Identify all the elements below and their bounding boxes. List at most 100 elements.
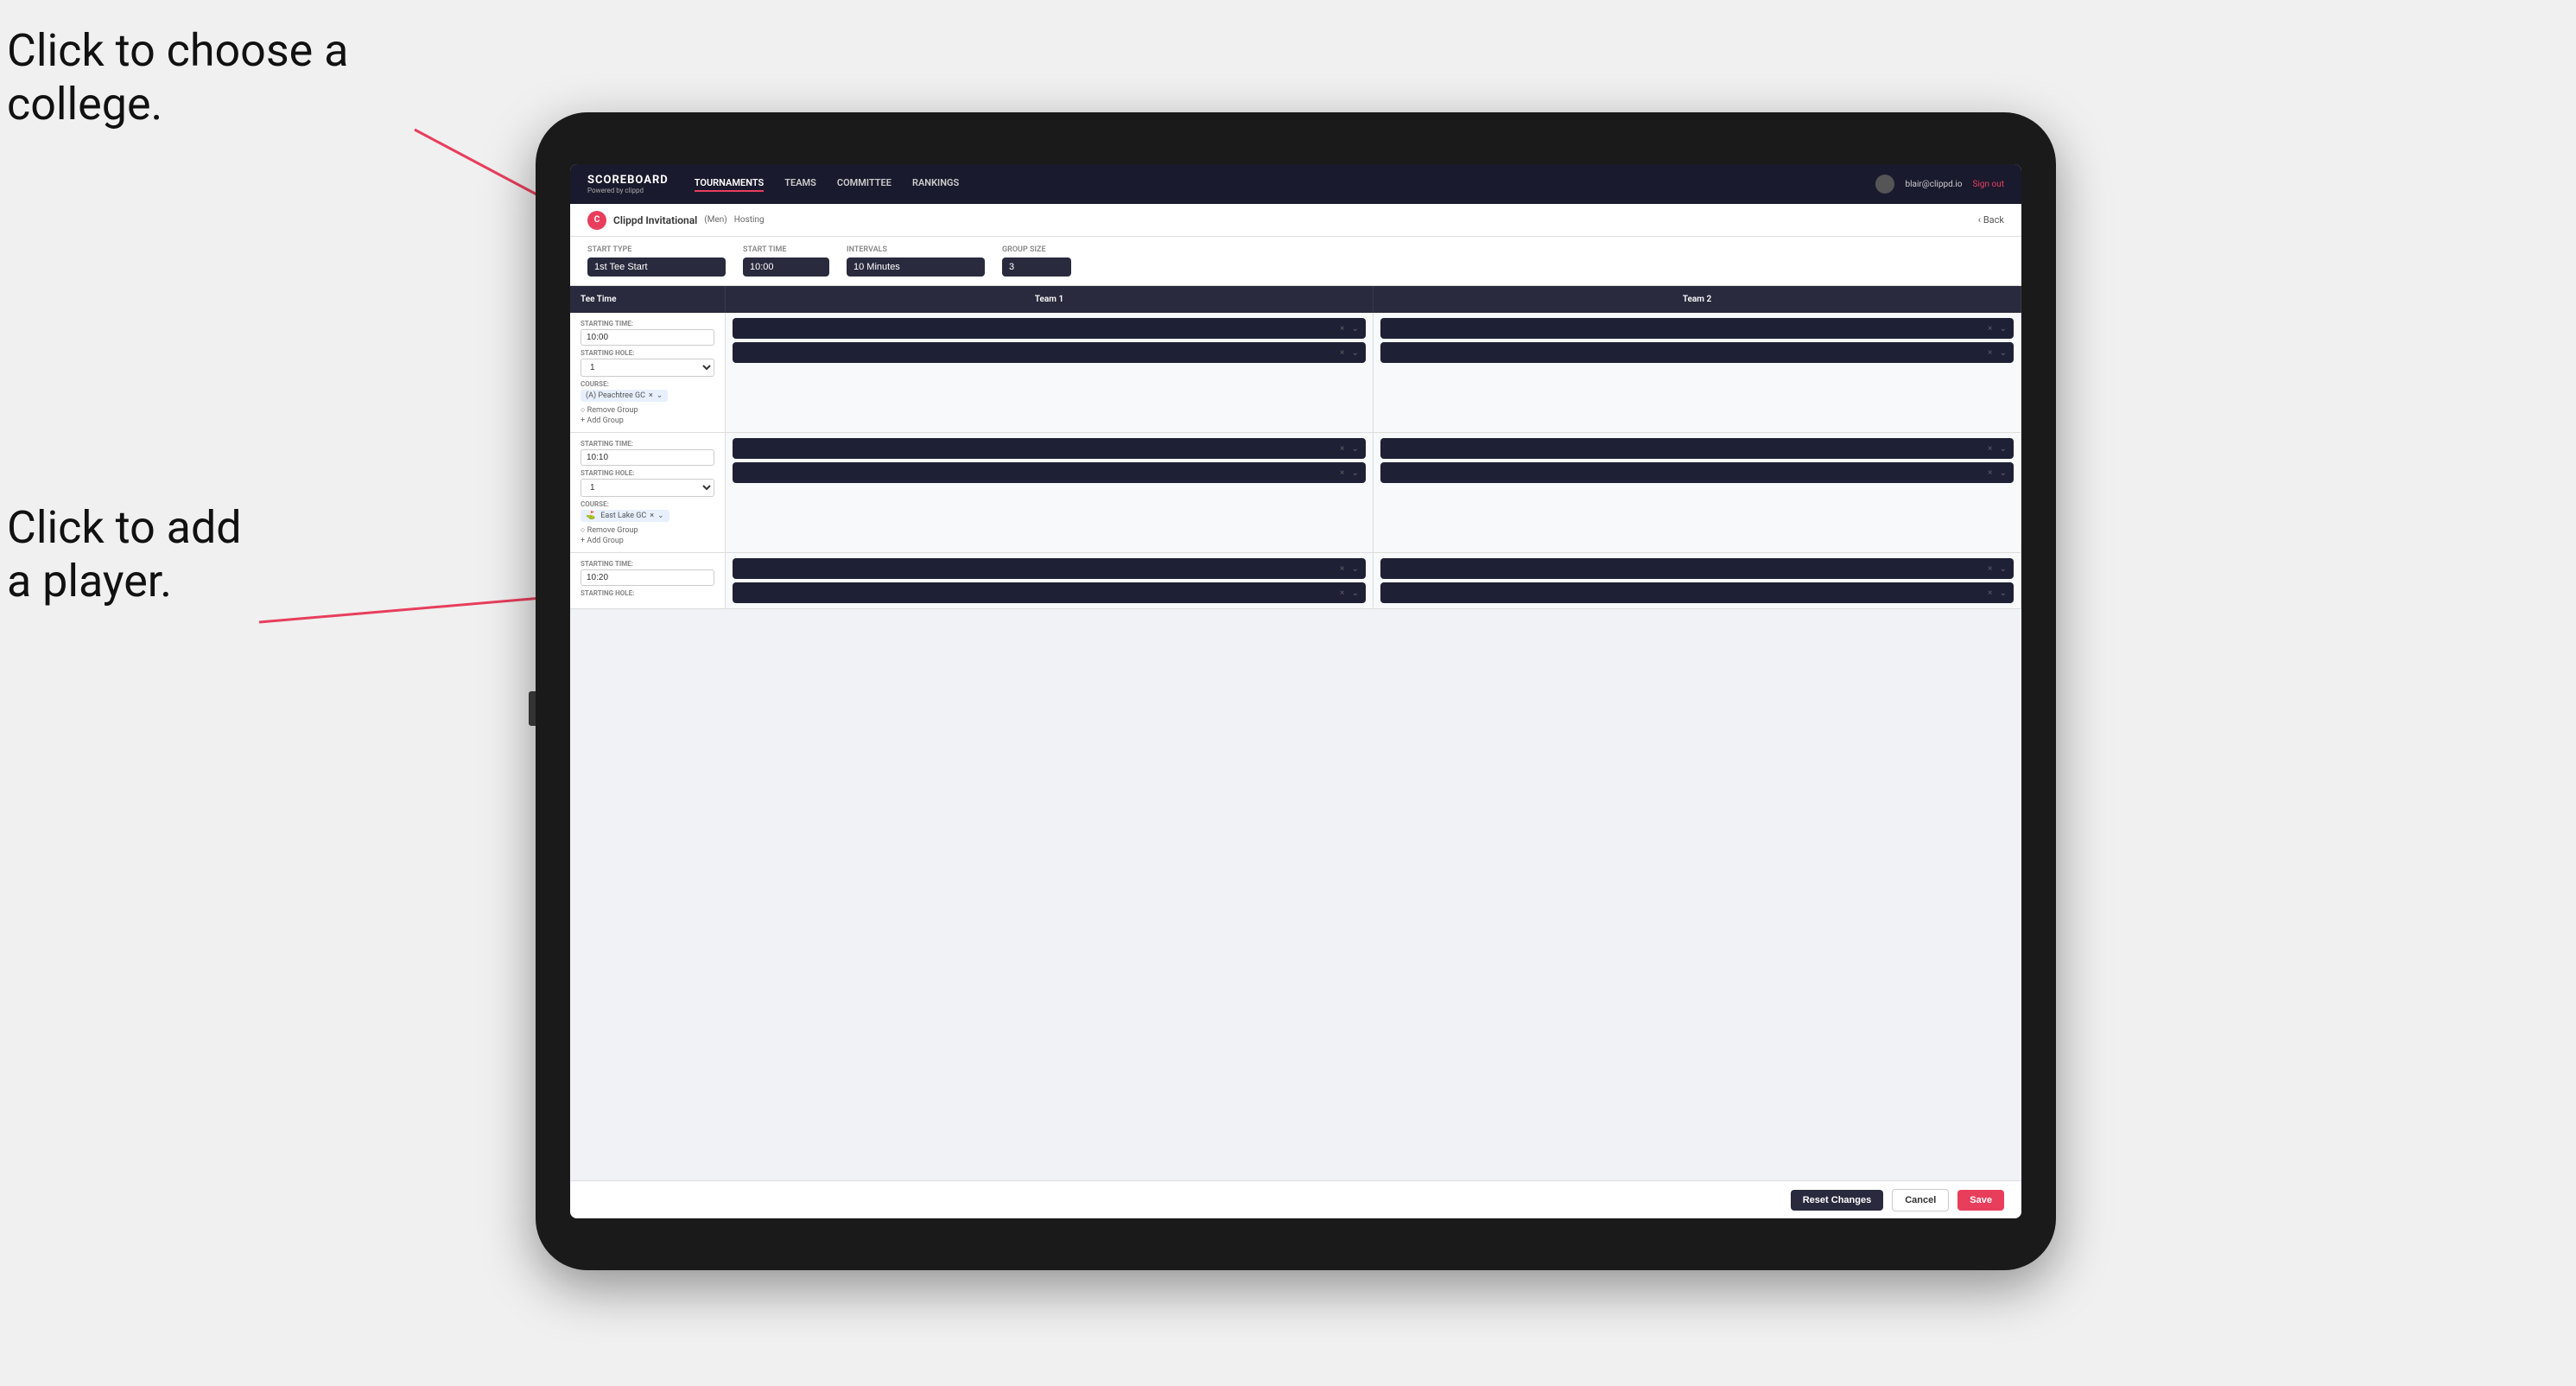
player-slot[interactable]: × ⌄ <box>733 438 1366 459</box>
starting-time-input-2[interactable] <box>581 449 714 466</box>
header-team1: Team 1 <box>726 286 1374 313</box>
table-header: Tee Time Team 1 Team 2 <box>570 286 2021 313</box>
event-gender: (Men) <box>704 215 726 225</box>
cancel-button[interactable]: Cancel <box>1892 1189 1949 1211</box>
brand: SCOREBOARD Powered by clippd <box>587 174 669 194</box>
intervals-select[interactable]: 10 Minutes <box>847 257 985 277</box>
starting-time-label-2: STARTING TIME: <box>581 440 714 448</box>
nav-committee[interactable]: COMMITTEE <box>837 177 891 192</box>
player-expand-btn[interactable]: ⌄ <box>1998 564 2008 574</box>
group-2-team2: × ⌄ × ⌄ <box>1374 433 2021 552</box>
schedule-table: STARTING TIME: STARTING HOLE: 1 COURSE: … <box>570 313 2021 1180</box>
tablet-screen: SCOREBOARD Powered by clippd TOURNAMENTS… <box>570 164 2021 1218</box>
player-remove-btn[interactable]: × <box>1338 468 1347 478</box>
player-slot[interactable]: × ⌄ <box>733 318 1366 339</box>
nav-tournaments[interactable]: TOURNAMENTS <box>695 177 764 192</box>
player-remove-btn[interactable]: × <box>1338 564 1347 574</box>
player-slot[interactable]: × ⌄ <box>733 582 1366 603</box>
starting-hole-label-3: STARTING HOLE: <box>581 589 714 597</box>
start-type-label: Start Type <box>587 245 726 254</box>
group-1-left: STARTING TIME: STARTING HOLE: 1 COURSE: … <box>570 313 726 432</box>
navbar: SCOREBOARD Powered by clippd TOURNAMENTS… <box>570 164 2021 204</box>
group-1-team1: × ⌄ × ⌄ <box>726 313 1374 432</box>
player-expand-btn[interactable]: ⌄ <box>1998 444 2008 454</box>
player-expand-btn[interactable]: ⌄ <box>1350 444 1361 454</box>
remove-group-2[interactable]: ○ Remove Group <box>581 525 714 535</box>
player-expand-btn[interactable]: ⌄ <box>1350 348 1361 358</box>
hosting-badge: Hosting <box>734 215 765 225</box>
add-group-2[interactable]: + Add Group <box>581 537 714 545</box>
player-slot[interactable]: × ⌄ <box>1380 342 2014 363</box>
player-remove-btn[interactable]: × <box>1986 348 1995 358</box>
player-remove-btn[interactable]: × <box>1986 324 1995 334</box>
player-expand-btn[interactable]: ⌄ <box>1350 564 1361 574</box>
player-slot[interactable]: × ⌄ <box>733 462 1366 483</box>
player-expand-btn[interactable]: ⌄ <box>1350 324 1361 334</box>
player-remove-btn[interactable]: × <box>1338 444 1347 454</box>
start-time-label: Start Time <box>743 245 829 254</box>
group-2-left: STARTING TIME: STARTING HOLE: 1 COURSE: … <box>570 433 726 552</box>
course-tag-1[interactable]: (A) Peachtree GC × ⌄ <box>581 390 668 402</box>
player-expand-btn[interactable]: ⌄ <box>1350 588 1361 598</box>
player-slot[interactable]: × ⌄ <box>1380 582 2014 603</box>
player-remove-btn[interactable]: × <box>1338 348 1347 358</box>
player-slot[interactable]: × ⌄ <box>1380 318 2014 339</box>
add-group-1[interactable]: + Add Group <box>581 416 714 425</box>
player-remove-btn[interactable]: × <box>1986 588 1995 598</box>
player-slot[interactable]: × ⌄ <box>733 342 1366 363</box>
starting-time-input-3[interactable] <box>581 569 714 586</box>
player-expand-btn[interactable]: ⌄ <box>1998 324 2008 334</box>
start-time-input[interactable] <box>743 257 829 277</box>
action-links-1: ○ Remove Group + Add Group <box>581 405 714 425</box>
start-type-select[interactable]: 1st Tee Start <box>587 257 726 277</box>
annotation-choose-college: Click to choose a college. <box>7 24 348 132</box>
player-slot[interactable]: × ⌄ <box>1380 462 2014 483</box>
start-type-group: Start Type 1st Tee Start <box>587 245 726 277</box>
player-expand-btn[interactable]: ⌄ <box>1350 468 1361 478</box>
group-row: STARTING TIME: STARTING HOLE: × ⌄ × ⌄ <box>570 553 2021 609</box>
intervals-group: Intervals 10 Minutes <box>847 245 985 277</box>
nav-teams[interactable]: TEAMS <box>784 177 816 192</box>
player-slot[interactable]: × ⌄ <box>733 558 1366 579</box>
starting-time-input-1[interactable] <box>581 329 714 346</box>
nav-rankings[interactable]: RANKINGS <box>912 177 959 192</box>
action-links-2: ○ Remove Group + Add Group <box>581 525 714 545</box>
group-size-label: Group Size <box>1002 245 1071 254</box>
player-expand-btn[interactable]: ⌄ <box>1998 468 2008 478</box>
reset-button[interactable]: Reset Changes <box>1791 1190 1883 1211</box>
event-logo: C <box>587 211 606 230</box>
header-team2: Team 2 <box>1374 286 2021 313</box>
starting-hole-label-2: STARTING HOLE: <box>581 469 714 477</box>
player-remove-btn[interactable]: × <box>1338 588 1347 598</box>
back-button[interactable]: ‹ Back <box>1978 214 2004 226</box>
sign-out-link[interactable]: Sign out <box>1973 180 2004 189</box>
course-tag-2[interactable]: ⛳ East Lake GC × ⌄ <box>581 510 669 522</box>
brand-sub: Powered by clippd <box>587 187 669 194</box>
user-avatar <box>1875 175 1894 194</box>
starting-hole-label-1: STARTING HOLE: <box>581 349 714 357</box>
header-tee-time: Tee Time <box>570 286 726 313</box>
group-row: STARTING TIME: STARTING HOLE: 1 COURSE: … <box>570 313 2021 433</box>
group-row: STARTING TIME: STARTING HOLE: 1 COURSE: … <box>570 433 2021 553</box>
group-3-team1: × ⌄ × ⌄ <box>726 553 1374 608</box>
side-button[interactable] <box>529 691 536 726</box>
player-expand-btn[interactable]: ⌄ <box>1998 348 2008 358</box>
group-1-team2: × ⌄ × ⌄ <box>1374 313 2021 432</box>
starting-hole-select-2[interactable]: 1 <box>581 479 714 497</box>
group-size-select[interactable]: 3 <box>1002 257 1071 277</box>
player-slot[interactable]: × ⌄ <box>1380 558 2014 579</box>
starting-time-label-1: STARTING TIME: <box>581 320 714 327</box>
brand-title: SCOREBOARD <box>587 174 669 187</box>
save-button[interactable]: Save <box>1957 1190 2004 1211</box>
starting-time-label-3: STARTING TIME: <box>581 560 714 568</box>
starting-hole-select-1[interactable]: 1 <box>581 359 714 377</box>
player-remove-btn[interactable]: × <box>1986 468 1995 478</box>
player-remove-btn[interactable]: × <box>1338 324 1347 334</box>
player-remove-btn[interactable]: × <box>1986 564 1995 574</box>
player-slot[interactable]: × ⌄ <box>1380 438 2014 459</box>
remove-group-1[interactable]: ○ Remove Group <box>581 405 714 415</box>
user-email: blair@clippd.io <box>1905 180 1962 189</box>
player-expand-btn[interactable]: ⌄ <box>1998 588 2008 598</box>
player-remove-btn[interactable]: × <box>1986 444 1995 454</box>
nav-right: blair@clippd.io Sign out <box>1875 175 2004 194</box>
